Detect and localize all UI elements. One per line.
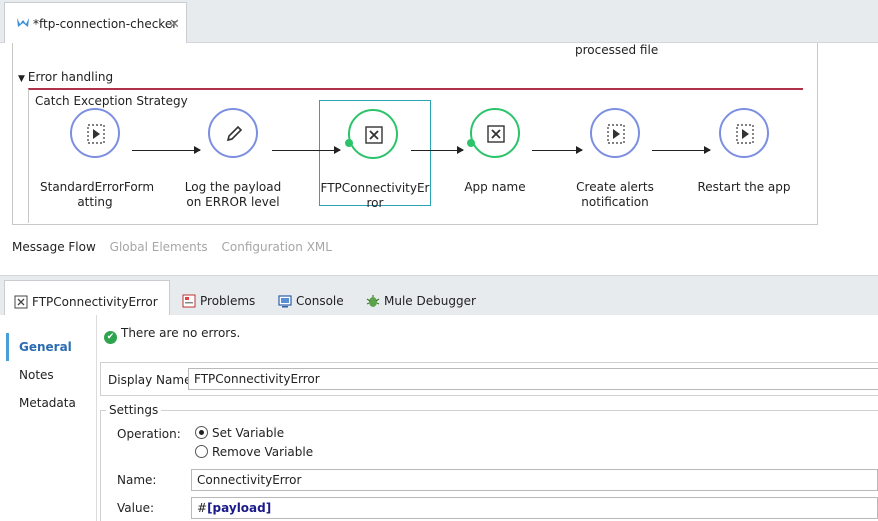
operation-label: Operation: (117, 427, 181, 441)
variable-x-icon (14, 295, 28, 309)
display-name-label: Display Name: (108, 373, 196, 387)
node-label: Create alerts notification (576, 180, 654, 209)
node-circle (348, 109, 398, 159)
flow-ref-icon (607, 124, 625, 144)
flow-arrow (132, 146, 201, 154)
tab-global-elements[interactable]: Global Elements (110, 240, 208, 254)
settings-label: Settings (106, 403, 162, 417)
node-label: FTPConnectivityEr ror (320, 181, 430, 210)
value-expression-input[interactable]: #[payload] (191, 497, 878, 519)
tab-ftp-connectivity-error[interactable]: FTPConnectivityError (4, 280, 170, 316)
mule-icon (17, 18, 29, 27)
collapse-triangle-icon[interactable]: ▼ (18, 74, 25, 84)
node-label: Log the payload on ERROR level (184, 180, 282, 209)
node-circle (70, 108, 120, 158)
flow-ref-icon (736, 124, 754, 144)
node-circle (719, 108, 769, 158)
display-name-group: Display Name: FTPConnectivityError (100, 362, 878, 396)
expression-hash: # (197, 501, 208, 515)
error-handling-section[interactable]: ▼ Error handling (18, 70, 113, 84)
node-circle (208, 108, 258, 158)
name-input[interactable]: ConnectivityError (191, 469, 878, 491)
tab-message-flow[interactable]: Message Flow (12, 240, 96, 254)
flow-arrow (652, 146, 711, 154)
connection-dot (345, 139, 353, 147)
side-nav-metadata[interactable]: Metadata (6, 389, 92, 417)
tab-label: Problems (200, 294, 256, 308)
flow-canvas: processed file ▼ Error handling Catch Exc… (0, 43, 878, 267)
node-label: Restart the app (697, 180, 791, 194)
console-icon (278, 295, 292, 308)
flow-arrow (411, 146, 464, 154)
connection-dot (467, 139, 475, 147)
strategy-title: Catch Exception Strategy (35, 94, 188, 108)
properties-panel: General Notes Metadata ✔ There are no err… (0, 315, 878, 521)
radio-unselected-icon (195, 445, 208, 458)
radio-set-variable[interactable]: Set Variable (195, 426, 284, 440)
flow-arrow (272, 146, 341, 154)
tab-label: Mule Debugger (384, 294, 476, 308)
partial-node-label: processed file (575, 43, 659, 57)
debugger-bug-icon (366, 295, 380, 307)
flow-arrow (532, 146, 583, 154)
canvas-view-tabs: Message Flow Global Elements Configurati… (12, 240, 342, 254)
node-label: App name (464, 180, 526, 194)
tab-mule-debugger[interactable]: Mule Debugger (366, 280, 476, 316)
radio-label: Remove Variable (212, 445, 314, 459)
radio-label: Set Variable (212, 426, 285, 440)
tab-label: FTPConnectivityError (32, 295, 158, 309)
editor-tab-label: *ftp-connection-checker (33, 17, 178, 31)
tab-label: Console (296, 294, 344, 308)
tab-configuration-xml[interactable]: Configuration XML (222, 240, 332, 254)
node-label: StandardErrorForm atting (40, 180, 155, 209)
variable-x-icon (365, 126, 383, 144)
properties-side-nav: General Notes Metadata (6, 333, 92, 417)
check-circle-icon: ✔ (104, 331, 117, 344)
status-text: There are no errors. (121, 326, 241, 340)
logger-pencil-icon (226, 125, 243, 142)
close-icon[interactable]: ✕ (169, 17, 180, 32)
value-label: Value: (117, 501, 154, 515)
node-circle (590, 108, 640, 158)
tab-problems[interactable]: Problems (182, 280, 255, 316)
side-nav-notes[interactable]: Notes (6, 361, 92, 389)
display-name-input[interactable]: FTPConnectivityError (188, 368, 878, 390)
validation-status: ✔ There are no errors. (104, 326, 240, 344)
radio-remove-variable[interactable]: Remove Variable (195, 445, 313, 459)
side-nav-general[interactable]: General (6, 333, 92, 361)
radio-selected-icon (195, 426, 208, 439)
expression-text: [payload] (207, 501, 272, 515)
properties-tab-bar: FTPConnectivityError Problems Console Mu… (0, 275, 878, 316)
flow-ref-icon (87, 124, 105, 144)
divider (96, 315, 97, 521)
tab-console[interactable]: Console (278, 280, 344, 316)
node-circle (470, 108, 520, 158)
name-label: Name: (117, 473, 157, 487)
variable-x-icon (487, 125, 505, 143)
problems-icon (182, 294, 196, 308)
editor-tab-bar: *ftp-connection-checker ✕ (0, 0, 878, 44)
editor-tab-ftp-connection-checker[interactable]: *ftp-connection-checker ✕ (4, 2, 187, 44)
section-title-text: Error handling (27, 70, 114, 84)
